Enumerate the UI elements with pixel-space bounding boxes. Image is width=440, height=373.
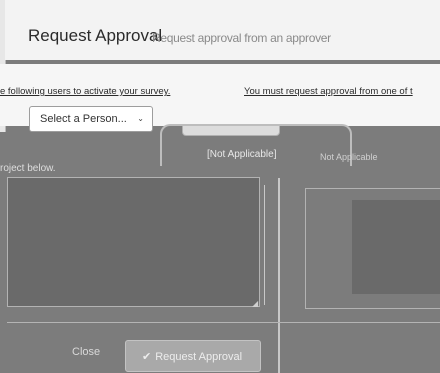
selection-secondary-label: Not Applicable (320, 152, 378, 162)
check-icon: ✔ (142, 351, 152, 363)
selection-label: [Not Applicable] (207, 149, 277, 160)
instructions-text-right: You must request approval from one of t (244, 86, 413, 97)
dialog-title: Request Approval (28, 26, 163, 45)
request-approval-label: Request Approval (155, 351, 243, 363)
instructions-text-left: e following users to activate your surve… (0, 86, 171, 97)
footer-divider (7, 322, 440, 323)
request-approval-button[interactable]: ✔ Request Approval (125, 340, 261, 372)
close-button[interactable]: Close (72, 346, 100, 358)
panel-divider (278, 178, 280, 373)
dialog-title-ghost: Request approval from an approver (152, 31, 331, 45)
project-detail-content[interactable] (352, 200, 440, 294)
panel-divider-inner (264, 185, 265, 305)
chevron-down-icon: ⌄ (137, 114, 144, 123)
approver-select[interactable]: Select a Person... ⌄ (29, 106, 153, 132)
project-list-panel[interactable] (7, 177, 260, 307)
approver-select-value: Select a Person... (40, 113, 127, 125)
resize-handle-icon[interactable]: ◢ (252, 299, 258, 308)
project-instruction: roject below. (0, 163, 56, 174)
